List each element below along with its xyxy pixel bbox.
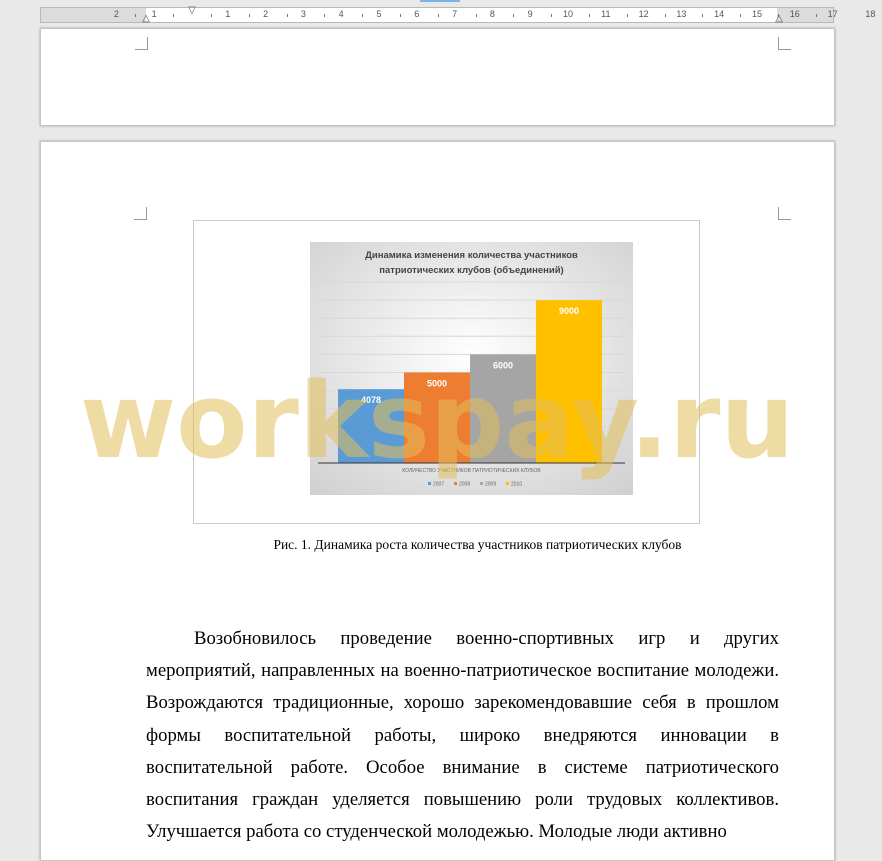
chart-legend-label: 2009 <box>485 482 496 488</box>
ruler-number: 17 <box>827 9 838 19</box>
ruler-number: 16 <box>789 9 800 19</box>
chart-data-label: 4078 <box>361 395 381 405</box>
chart-data-label: 9000 <box>559 306 579 316</box>
ruler-number: 1 <box>225 9 231 19</box>
document-page[interactable]: Динамика изменения количества участников… <box>40 141 835 861</box>
chart-x-axis-label: КОЛИЧЕСТВО УЧАСТНИКОВ ПАТРИОТИЧЕСКИХ КЛУ… <box>402 468 541 474</box>
ruler-number: 14 <box>714 9 725 19</box>
ruler-tick <box>740 14 742 17</box>
chart-bar-2010 <box>536 300 602 463</box>
ruler-tick <box>588 14 590 17</box>
ruler-number: 13 <box>676 9 687 19</box>
ruler-number: 2 <box>113 9 119 19</box>
ruler-number: 4 <box>338 9 344 19</box>
ruler-tick <box>475 14 477 17</box>
ruler-number: 18 <box>865 9 876 19</box>
ruler-tick <box>248 14 250 17</box>
ruler-number: 6 <box>414 9 420 19</box>
ruler-number: 12 <box>638 9 649 19</box>
ruler-left-margin <box>41 8 146 22</box>
ruler-tab-indicator <box>420 0 460 2</box>
ruler-tick <box>362 14 364 17</box>
chart-data-label: 6000 <box>493 360 513 370</box>
ruler-right-margin <box>777 8 833 22</box>
margin-corner-mark <box>778 207 791 220</box>
chart-figure-frame[interactable]: Динамика изменения количества участников… <box>193 220 700 524</box>
chart-legend-swatch <box>506 482 509 485</box>
ruler-tick <box>815 14 817 17</box>
chart-data-label: 5000 <box>427 379 447 389</box>
margin-corner-mark <box>135 37 148 50</box>
left-indent-marker[interactable]: △ <box>142 14 150 24</box>
chart-legend-label: 2007 <box>433 482 444 488</box>
figure-caption: Рис. 1. Динамика роста количества участн… <box>273 537 682 552</box>
ruler-tick <box>324 14 326 17</box>
chart-legend-swatch <box>454 482 457 485</box>
ruler-number: 5 <box>376 9 382 19</box>
ruler-tick <box>399 14 401 17</box>
ruler-tick <box>626 14 628 17</box>
ruler-number: 3 <box>300 9 306 19</box>
horizontal-ruler[interactable]: 2 1 1 2 3 4 5 6 7 8 9 10 11 12 13 14 15 16 17 18 △ ▽ △ <box>40 6 875 24</box>
chart[interactable]: Динамика изменения количества участников… <box>310 242 633 495</box>
body-paragraph[interactable]: Возобновилось проведение военно-спортивн… <box>146 623 779 848</box>
first-line-indent-marker[interactable]: ▽ <box>188 6 196 16</box>
right-indent-marker[interactable]: △ <box>775 14 783 24</box>
ruler-number: 10 <box>562 9 574 19</box>
ruler-tick <box>135 14 137 17</box>
ruler-number: 8 <box>489 9 495 19</box>
margin-corner-mark <box>778 37 791 50</box>
ruler-number: 15 <box>751 9 763 19</box>
ruler-number: 2 <box>263 9 269 19</box>
ruler-tick <box>664 14 666 17</box>
chart-legend-swatch <box>480 482 483 485</box>
ruler-tick <box>551 14 553 17</box>
margin-corner-mark <box>134 207 147 220</box>
ruler-number: 1 <box>151 9 157 19</box>
ruler-tick <box>210 14 212 17</box>
ruler-tick <box>513 14 515 17</box>
chart-legend-swatch <box>428 482 431 485</box>
ruler-tick <box>437 14 439 17</box>
ruler-tick <box>173 14 175 17</box>
document-page-previous <box>40 28 835 126</box>
ruler-number: 9 <box>527 9 533 19</box>
chart-legend-label: 2008 <box>459 482 470 488</box>
ruler-number: 7 <box>452 9 458 19</box>
chart-title-line1: Динамика изменения количества участников <box>365 250 578 261</box>
ruler-number: 11 <box>601 9 611 19</box>
ruler-tick <box>702 14 704 17</box>
chart-legend-label: 2010 <box>511 482 522 488</box>
chart-title-line2: патриотических клубов (объединений) <box>379 265 563 276</box>
ruler-tick <box>286 14 288 17</box>
chart-bar-2009 <box>470 354 536 463</box>
